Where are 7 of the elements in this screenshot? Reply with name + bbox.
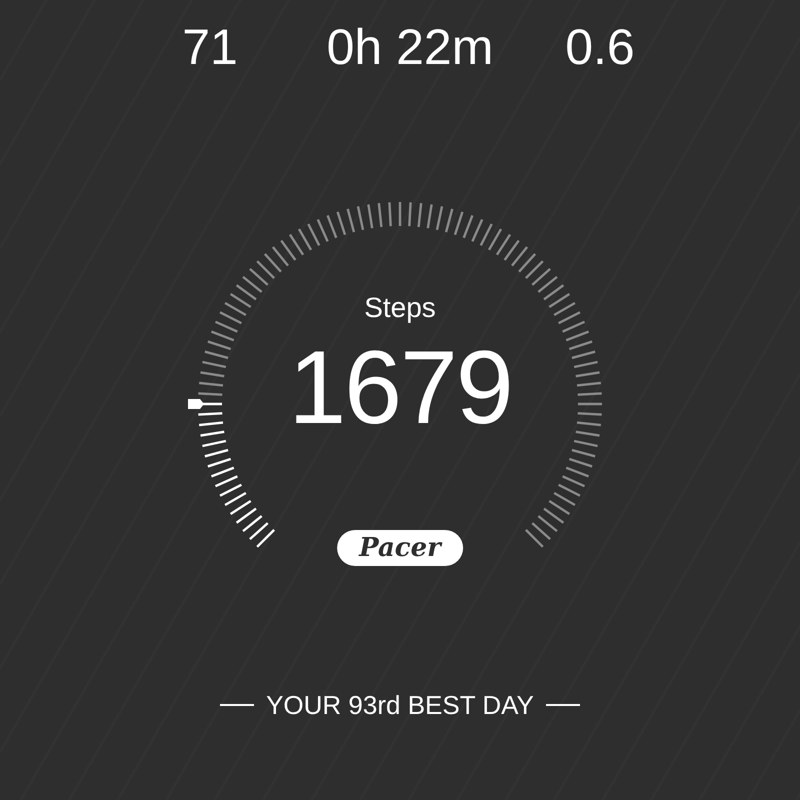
step-count: 1679 [288,336,512,440]
best-day-caption: YOUR 93rd BEST DAY [266,692,534,718]
stat-value: 71 [181,22,239,72]
stat-value: 0h 22m [326,22,494,72]
steps-label: Steps [364,294,436,322]
logo-badge: Pacer [337,530,463,566]
stat-value: 0.6 [564,22,636,72]
